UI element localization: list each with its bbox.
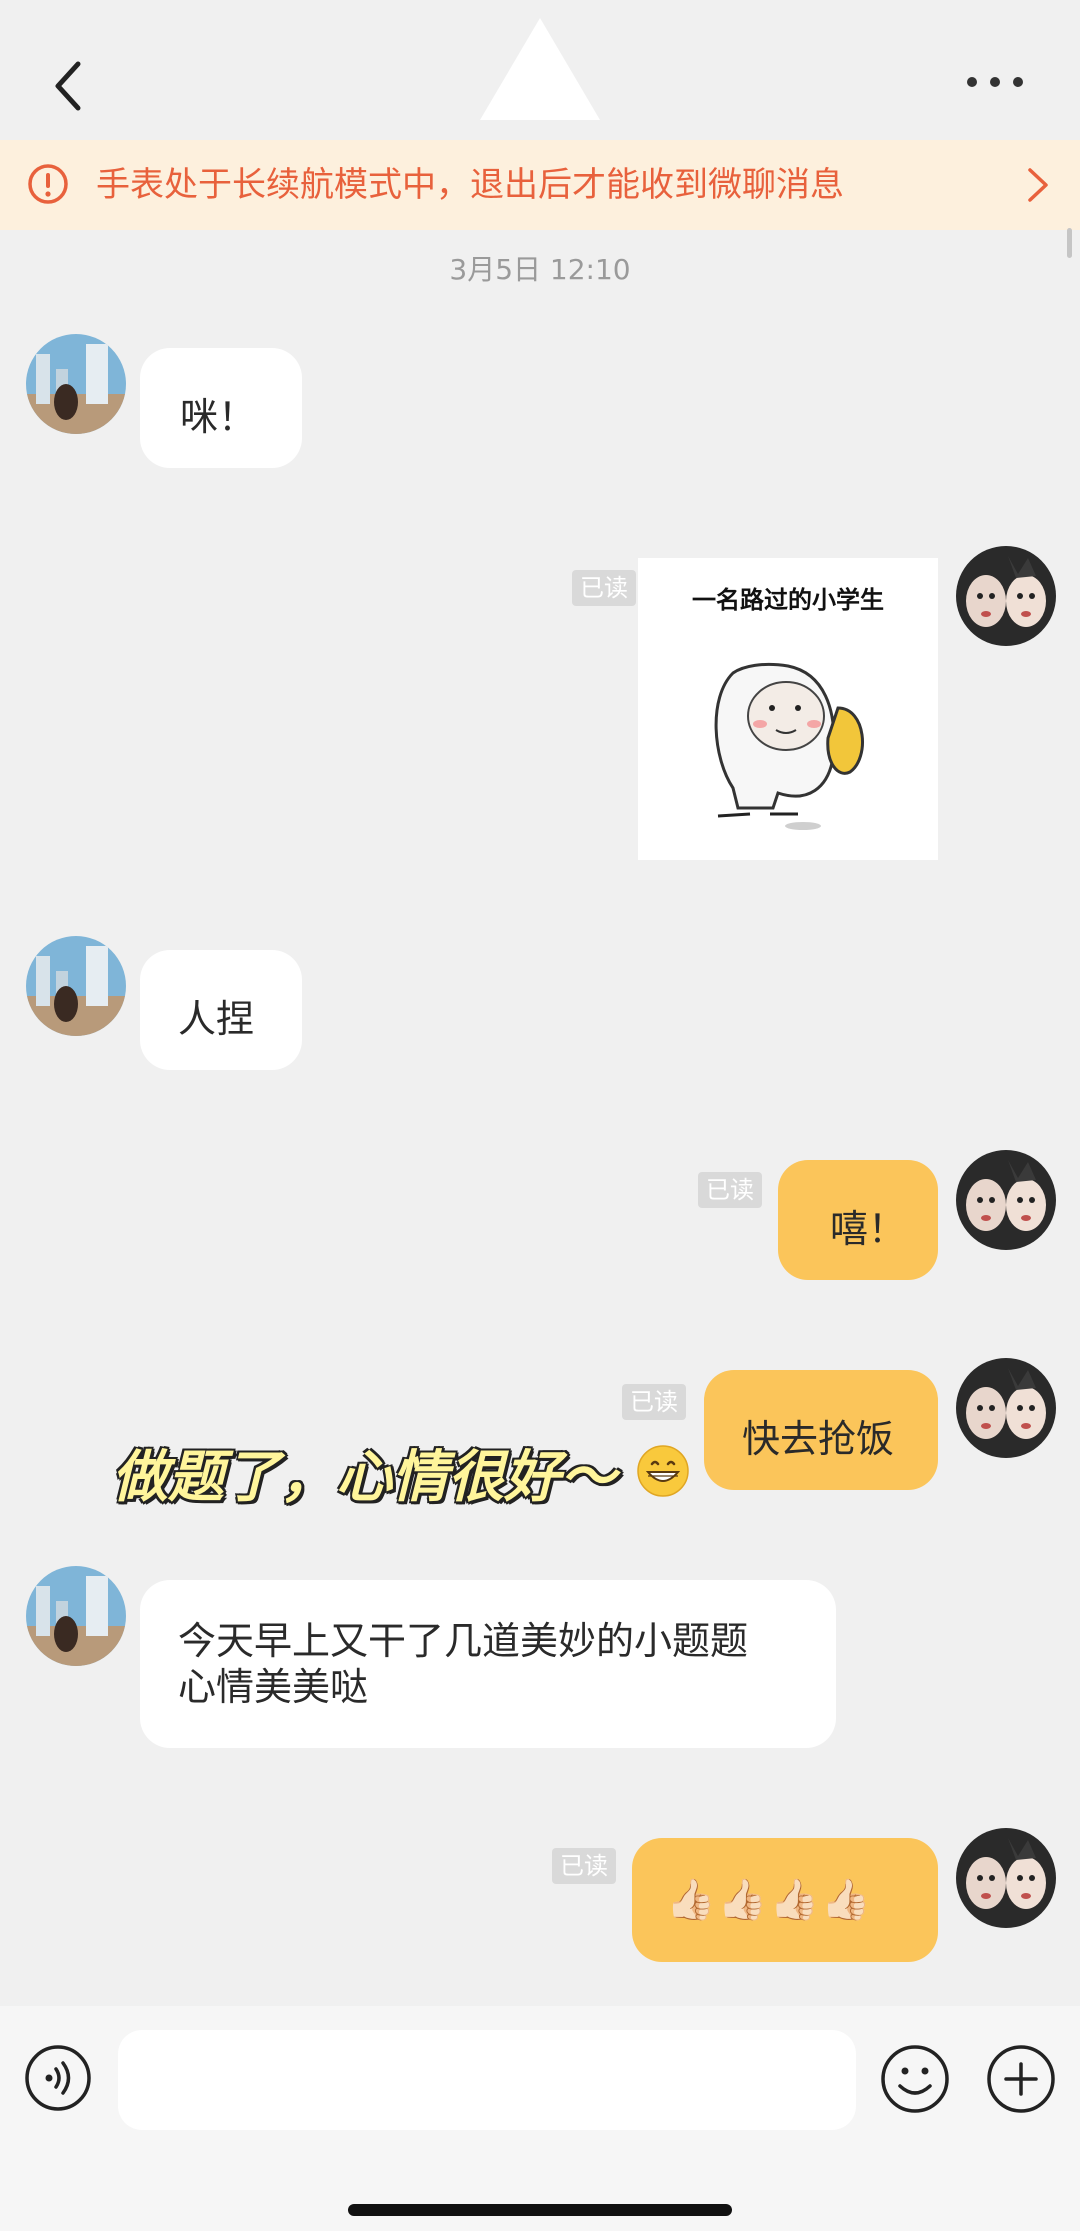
read-receipt: 已读	[698, 1172, 762, 1208]
city-photo-avatar-icon	[26, 936, 126, 1036]
city-photo-avatar-icon	[26, 1566, 126, 1666]
sticker-image[interactable]: 一名路过的小学生	[638, 558, 938, 860]
read-receipt: 已读	[552, 1848, 616, 1884]
back-button[interactable]	[40, 50, 100, 120]
exclamation-circle-icon	[28, 164, 68, 204]
voice-button[interactable]	[24, 2044, 92, 2112]
message-text: 嘻！	[830, 1207, 907, 1251]
my-avatar[interactable]	[956, 1150, 1056, 1250]
long-battery-mode-banner[interactable]: 手表处于长续航模式中，退出后才能收到微聊消息	[0, 140, 1080, 230]
voice-icon	[25, 2045, 91, 2111]
grinning-face-icon	[637, 1445, 689, 1497]
message-bubble[interactable]: 人捏	[140, 950, 302, 1070]
my-avatar[interactable]	[956, 546, 1056, 646]
title-placeholder-shape	[480, 18, 600, 120]
student-sticker-icon	[714, 662, 864, 830]
my-avatar[interactable]	[956, 1358, 1056, 1458]
message-text: 人捏	[178, 997, 255, 1041]
message-input[interactable]	[118, 2030, 856, 2130]
message-bubble[interactable]: 今天早上又干了几道美妙的小题题 心情美美哒	[140, 1580, 836, 1748]
message-text: 咪！	[180, 395, 257, 439]
chevron-left-icon	[55, 61, 81, 111]
contact-avatar[interactable]	[26, 1566, 126, 1666]
smiley-icon	[881, 2045, 949, 2113]
more-options-button[interactable]	[960, 62, 1030, 102]
emoji-button[interactable]	[880, 2044, 950, 2114]
message-bubble[interactable]: 👍🏻👍🏻👍🏻👍🏻	[632, 1838, 938, 1962]
contact-avatar[interactable]	[26, 936, 126, 1036]
message-bubble[interactable]: 咪！	[140, 348, 302, 468]
read-receipt: 已读	[622, 1384, 686, 1420]
message-bubble[interactable]: 嘻！	[778, 1160, 938, 1280]
contact-avatar[interactable]	[26, 334, 126, 434]
top-bar	[0, 0, 1080, 140]
couple-photo-avatar-icon	[956, 1150, 1056, 1250]
couple-photo-avatar-icon	[956, 546, 1056, 646]
couple-photo-avatar-icon	[956, 1358, 1056, 1458]
banner-text: 手表处于长续航模式中，退出后才能收到微聊消息	[96, 165, 844, 205]
more-dots-icon	[967, 77, 1023, 87]
message-text-line-2: 心情美美哒	[178, 1665, 369, 1709]
more-actions-button[interactable]	[986, 2044, 1056, 2114]
message-timestamp: 3月5日 12:10	[449, 253, 631, 286]
read-receipt: 已读	[572, 570, 636, 606]
message-text-line-1: 今天早上又干了几道美妙的小题题	[178, 1619, 749, 1663]
home-indicator[interactable]	[348, 2204, 732, 2216]
city-photo-avatar-icon	[26, 334, 126, 434]
my-avatar[interactable]	[956, 1828, 1056, 1928]
message-bubble[interactable]: 快去抢饭	[704, 1370, 938, 1490]
message-text: 快去抢饭	[742, 1417, 895, 1461]
couple-photo-avatar-icon	[956, 1828, 1056, 1928]
chevron-right-icon	[1028, 168, 1048, 202]
plus-circle-icon	[987, 2045, 1055, 2113]
message-text: 👍🏻👍🏻👍🏻👍🏻	[666, 1877, 874, 1923]
overlay-caption: 做题了，心情很好～	[112, 1445, 616, 1510]
